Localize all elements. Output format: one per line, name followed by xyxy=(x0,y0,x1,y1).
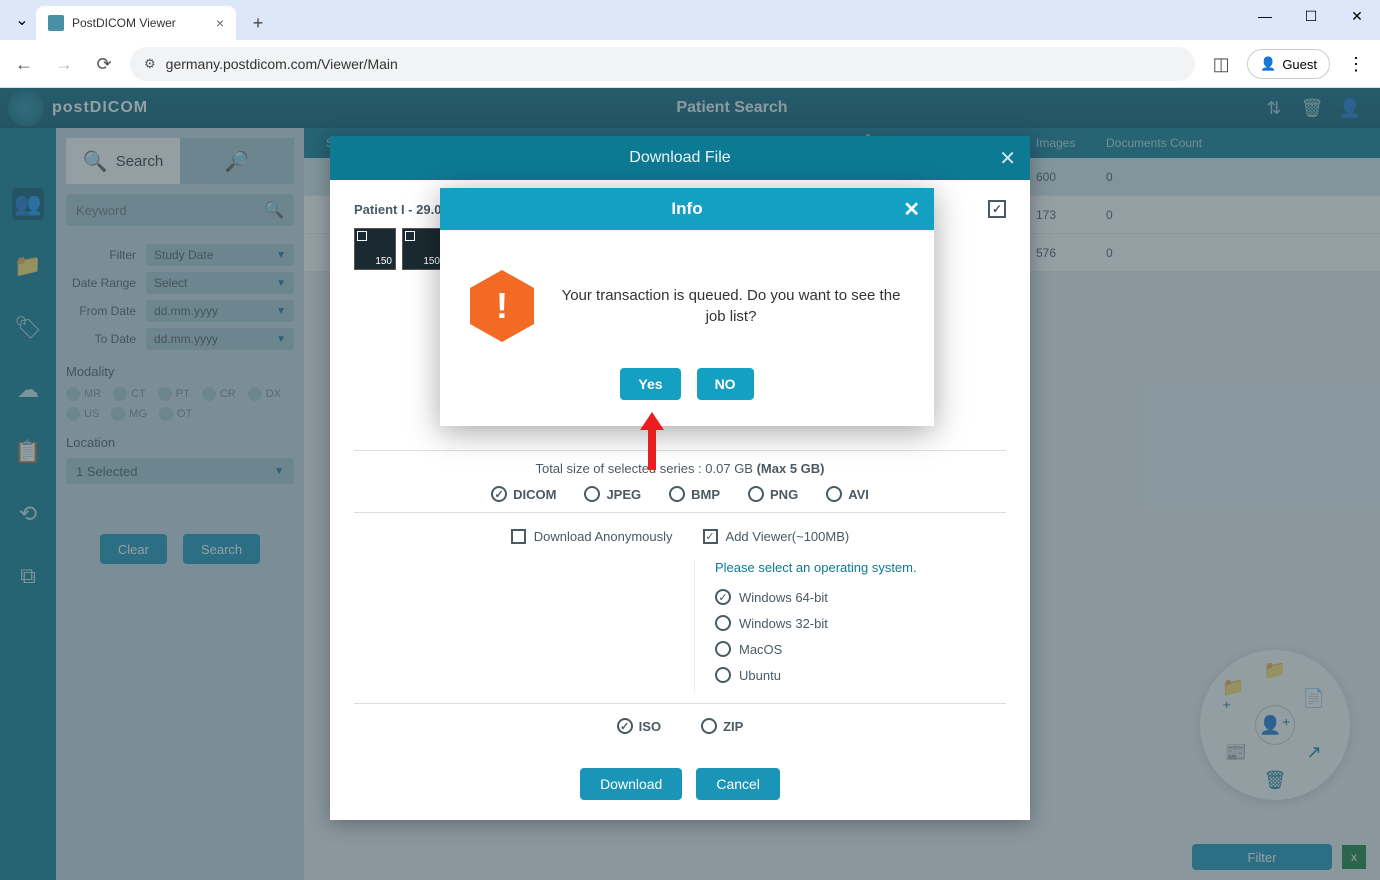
browser-chrome: ⌄ PostDICOM Viewer × + — ☐ ✕ ← → ⟳ ⚙ ger… xyxy=(0,0,1380,88)
info-modal-title: Info xyxy=(671,199,702,219)
address-bar: ← → ⟳ ⚙ germany.postdicom.com/Viewer/Mai… xyxy=(0,40,1380,88)
os-macos[interactable]: MacOS xyxy=(715,641,1006,657)
side-panel-icon[interactable]: ◫ xyxy=(1207,50,1235,78)
browser-menu-button[interactable]: ⋮ xyxy=(1342,50,1370,78)
forward-button[interactable]: → xyxy=(50,50,78,78)
size-info: Total size of selected series : 0.07 GB … xyxy=(354,461,1006,476)
info-modal: Info ✕ ! Your transaction is queued. Do … xyxy=(440,188,934,426)
favicon-icon xyxy=(48,15,64,31)
patient-header: Patient I - 29.0 xyxy=(354,202,441,217)
info-modal-footer: Yes NO xyxy=(440,368,934,426)
no-button[interactable]: NO xyxy=(697,368,754,400)
person-icon: 👤 xyxy=(1260,56,1276,72)
cancel-button[interactable]: Cancel xyxy=(696,768,780,800)
select-all-checkbox[interactable]: ✓ xyxy=(988,200,1006,218)
close-window-button[interactable]: ✕ xyxy=(1334,0,1380,32)
download-modal-header: Download File ✕ xyxy=(330,136,1030,180)
os-section-title: Please select an operating system. xyxy=(715,560,1006,575)
tab-list-dropdown[interactable]: ⌄ xyxy=(8,6,36,34)
format-bmp[interactable]: BMP xyxy=(669,486,720,502)
minimize-button[interactable]: — xyxy=(1242,0,1288,32)
url-box[interactable]: ⚙ germany.postdicom.com/Viewer/Main xyxy=(130,47,1195,81)
guest-profile-button[interactable]: 👤 Guest xyxy=(1247,49,1330,79)
site-settings-icon[interactable]: ⚙ xyxy=(144,56,156,72)
app-root: postDICOM Patient Search ⇅ 🗑 👤 👥 📁 🏷 ☁ 📋… xyxy=(0,88,1380,880)
download-anonymously-checkbox[interactable]: Download Anonymously xyxy=(511,529,673,544)
format-avi[interactable]: AVI xyxy=(826,486,869,502)
maximize-button[interactable]: ☐ xyxy=(1288,0,1334,32)
archive-iso[interactable]: ISO xyxy=(617,718,661,734)
os-section: Please select an operating system. Windo… xyxy=(354,560,1006,693)
download-modal-footer: Download Cancel xyxy=(330,768,1030,820)
info-modal-header: Info ✕ xyxy=(440,188,934,230)
window-controls: — ☐ ✕ xyxy=(1242,0,1380,32)
format-png[interactable]: PNG xyxy=(748,486,798,502)
guest-label: Guest xyxy=(1282,57,1317,72)
options-row: Download Anonymously Add Viewer(~100MB) xyxy=(354,529,1006,544)
download-button[interactable]: Download xyxy=(580,768,682,800)
yes-button[interactable]: Yes xyxy=(620,368,680,400)
series-thumbnail[interactable]: 150 xyxy=(354,228,396,270)
series-thumbnail[interactable]: 150 xyxy=(402,228,444,270)
tab-title: PostDICOM Viewer xyxy=(72,16,208,30)
close-icon[interactable]: × xyxy=(216,15,224,31)
reload-button[interactable]: ⟳ xyxy=(90,50,118,78)
info-modal-body: ! Your transaction is queued. Do you wan… xyxy=(440,230,934,368)
archive-zip[interactable]: ZIP xyxy=(701,718,743,734)
info-modal-close-icon[interactable]: ✕ xyxy=(903,197,920,222)
download-modal-close-icon[interactable]: ✕ xyxy=(999,146,1016,171)
url-text: germany.postdicom.com/Viewer/Main xyxy=(166,56,398,72)
info-modal-message: Your transaction is queued. Do you want … xyxy=(558,285,904,327)
browser-tab[interactable]: PostDICOM Viewer × xyxy=(36,6,236,40)
new-tab-button[interactable]: + xyxy=(244,9,272,37)
format-dicom[interactable]: DICOM xyxy=(491,486,556,502)
download-modal-title: Download File xyxy=(629,149,730,167)
warning-hexagon-icon: ! xyxy=(470,270,534,342)
back-button[interactable]: ← xyxy=(10,50,38,78)
os-win64[interactable]: Windows 64-bit xyxy=(715,589,1006,605)
os-win32[interactable]: Windows 32-bit xyxy=(715,615,1006,631)
format-row: DICOM JPEG BMP PNG AVI xyxy=(354,486,1006,502)
format-jpeg[interactable]: JPEG xyxy=(584,486,641,502)
tab-bar: ⌄ PostDICOM Viewer × + — ☐ ✕ xyxy=(0,0,1380,40)
os-ubuntu[interactable]: Ubuntu xyxy=(715,667,1006,683)
archive-row: ISO ZIP xyxy=(354,718,1006,734)
add-viewer-checkbox[interactable]: Add Viewer(~100MB) xyxy=(703,529,850,544)
